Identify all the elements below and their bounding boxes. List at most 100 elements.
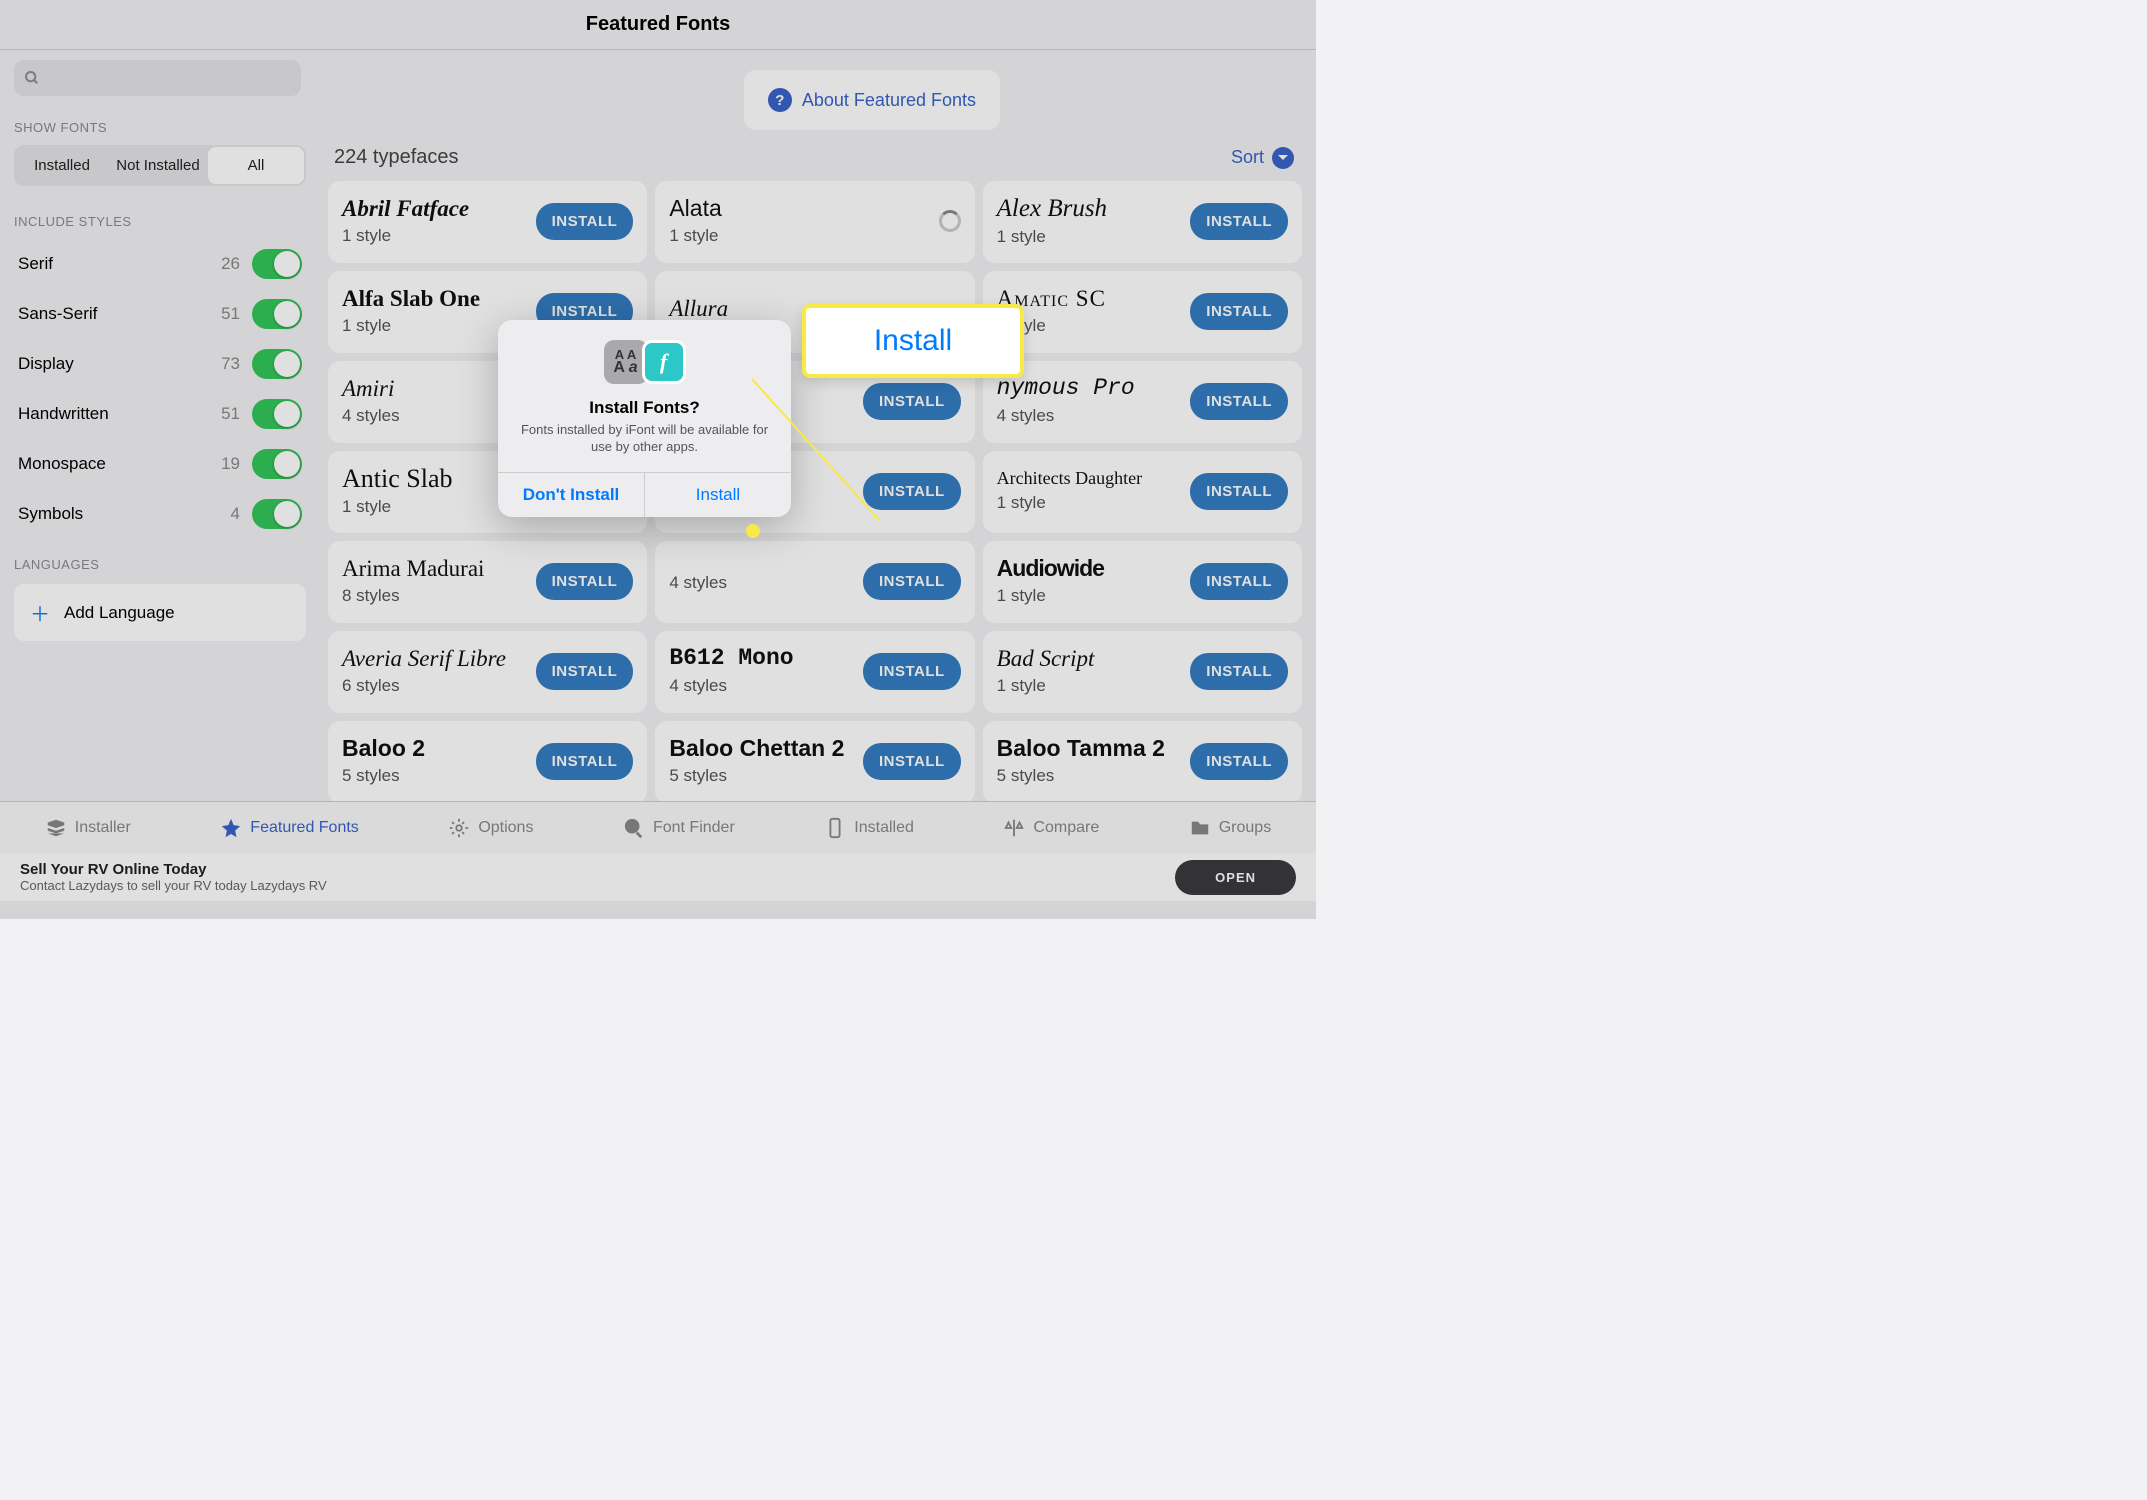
style-row-serif: Serif 26	[14, 239, 306, 289]
loading-spinner-icon	[939, 210, 961, 232]
font-name: Baloo 2	[342, 736, 425, 761]
font-card[interactable]: Architects Daughter 1 style INSTALL	[983, 451, 1302, 533]
ad-subtitle: Contact Lazydays to sell your RV today L…	[20, 878, 327, 893]
style-toggle[interactable]	[252, 349, 302, 379]
style-name: Monospace	[18, 454, 106, 474]
style-count: 51	[221, 304, 240, 324]
font-styles-count: 5 styles	[342, 766, 425, 786]
font-name: Averia Serif Libre	[342, 646, 506, 671]
font-card[interactable]: Arima Madurai 8 styles INSTALL	[328, 541, 647, 623]
dialog-app-icons: A AA a f	[514, 340, 775, 384]
font-name: Alex Brush	[997, 195, 1107, 223]
font-styles-count: 6 styles	[342, 676, 506, 696]
font-card[interactable]: B612 Mono 4 styles INSTALL	[655, 631, 974, 713]
header: Featured Fonts	[0, 0, 1316, 50]
font-card[interactable]: Alex Brush 1 style INSTALL	[983, 181, 1302, 263]
segment-all[interactable]: All	[208, 147, 304, 184]
search-input[interactable]	[14, 60, 301, 96]
about-featured-fonts-button[interactable]: ? About Featured Fonts	[744, 70, 1000, 130]
style-toggle[interactable]	[252, 499, 302, 529]
dont-install-button[interactable]: Don't Install	[498, 473, 645, 517]
style-toggle[interactable]	[252, 449, 302, 479]
font-name: Baloo Chettan 2	[669, 736, 844, 761]
segment-not-installed[interactable]: Not Installed	[110, 145, 206, 186]
tab-compare[interactable]: Compare	[1003, 817, 1099, 839]
tab-options[interactable]: Options	[448, 817, 533, 839]
font-name: Architects Daughter	[997, 469, 1142, 489]
font-card[interactable]: Averia Serif Libre 6 styles INSTALL	[328, 631, 647, 713]
font-card[interactable]: Audiowide 1 style INSTALL	[983, 541, 1302, 623]
font-name: B612 Mono	[669, 646, 793, 671]
font-card[interactable]: Amatic SC 1 style INSTALL	[983, 271, 1302, 353]
font-card[interactable]: Bad Script 1 style INSTALL	[983, 631, 1302, 713]
font-card[interactable]: 4 styles INSTALL	[655, 541, 974, 623]
font-name: nymous Pro	[997, 376, 1135, 401]
install-font-button[interactable]: INSTALL	[536, 203, 634, 240]
dialog-message: Fonts installed by iFont will be availab…	[514, 422, 775, 456]
typeface-count: 224 typefaces	[334, 146, 459, 169]
install-font-button[interactable]: INSTALL	[1190, 383, 1288, 420]
font-name: Allura	[669, 296, 728, 321]
scale-icon	[1003, 817, 1025, 839]
add-language-label: Add Language	[64, 603, 175, 623]
tab-installer[interactable]: Installer	[45, 817, 131, 839]
phone-icon	[824, 817, 846, 839]
font-card[interactable]: Baloo Tamma 2 5 styles INSTALL	[983, 721, 1302, 803]
font-styles-count: 1 style	[997, 227, 1107, 247]
install-font-button[interactable]: INSTALL	[863, 473, 961, 510]
search-icon	[623, 817, 645, 839]
install-callout: Install	[802, 304, 1024, 378]
sort-button[interactable]: Sort	[1231, 147, 1294, 169]
install-font-button[interactable]: INSTALL	[536, 743, 634, 780]
install-font-button[interactable]: INSTALL	[863, 563, 961, 600]
font-card[interactable]: nymous Pro 4 styles INSTALL	[983, 361, 1302, 443]
font-styles-count: 5 styles	[997, 766, 1165, 786]
install-font-button[interactable]: INSTALL	[1190, 293, 1288, 330]
tab-installed[interactable]: Installed	[824, 817, 914, 839]
segment-installed[interactable]: Installed	[14, 145, 110, 186]
ad-banner[interactable]: Sell Your RV Online Today Contact Lazyda…	[0, 853, 1316, 901]
segmented-control: InstalledNot InstalledAll	[14, 145, 306, 186]
install-font-button[interactable]: INSTALL	[536, 563, 634, 600]
tab-featured-fonts[interactable]: Featured Fonts	[220, 817, 359, 839]
font-card[interactable]: Baloo 2 5 styles INSTALL	[328, 721, 647, 803]
ad-open-button[interactable]: OPEN	[1175, 860, 1296, 895]
install-font-button[interactable]: INSTALL	[863, 653, 961, 690]
style-count: 73	[221, 354, 240, 374]
font-card[interactable]: Alata 1 style	[655, 181, 974, 263]
install-font-button[interactable]: INSTALL	[1190, 743, 1288, 780]
font-name: Alata	[669, 196, 721, 221]
show-fonts-label: SHOW FONTS	[14, 120, 316, 135]
font-name: Amiri	[342, 376, 400, 401]
font-grid: Abril Fatface 1 style INSTALL Alata 1 st…	[328, 181, 1302, 803]
style-row-sans-serif: Sans-Serif 51	[14, 289, 306, 339]
tab-groups[interactable]: Groups	[1189, 817, 1271, 839]
style-name: Sans-Serif	[18, 304, 97, 324]
install-font-button[interactable]: INSTALL	[1190, 203, 1288, 240]
add-language-button[interactable]: ＋ Add Language	[14, 584, 306, 641]
languages-label: LANGUAGES	[14, 557, 316, 572]
tab-font-finder[interactable]: Font Finder	[623, 817, 735, 839]
include-styles-label: INCLUDE STYLES	[14, 214, 316, 229]
font-styles-count: 8 styles	[342, 586, 484, 606]
font-styles-count: 1 style	[669, 226, 721, 246]
install-font-button[interactable]: INSTALL	[536, 653, 634, 690]
install-font-button[interactable]: INSTALL	[863, 743, 961, 780]
style-row-monospace: Monospace 19	[14, 439, 306, 489]
font-styles-count: 1 style	[342, 316, 480, 336]
font-name: Baloo Tamma 2	[997, 736, 1165, 761]
style-toggle[interactable]	[252, 399, 302, 429]
install-button[interactable]: Install	[645, 473, 791, 517]
ad-title: Sell Your RV Online Today	[20, 861, 327, 878]
install-font-button[interactable]: INSTALL	[1190, 473, 1288, 510]
question-icon: ?	[768, 88, 792, 112]
font-card[interactable]: Baloo Chettan 2 5 styles INSTALL	[655, 721, 974, 803]
style-toggle[interactable]	[252, 249, 302, 279]
font-card[interactable]: Abril Fatface 1 style INSTALL	[328, 181, 647, 263]
style-toggle[interactable]	[252, 299, 302, 329]
style-count: 51	[221, 404, 240, 424]
install-font-button[interactable]: INSTALL	[1190, 563, 1288, 600]
install-font-button[interactable]: INSTALL	[863, 383, 961, 420]
install-font-button[interactable]: INSTALL	[1190, 653, 1288, 690]
font-name: Bad Script	[997, 646, 1095, 671]
